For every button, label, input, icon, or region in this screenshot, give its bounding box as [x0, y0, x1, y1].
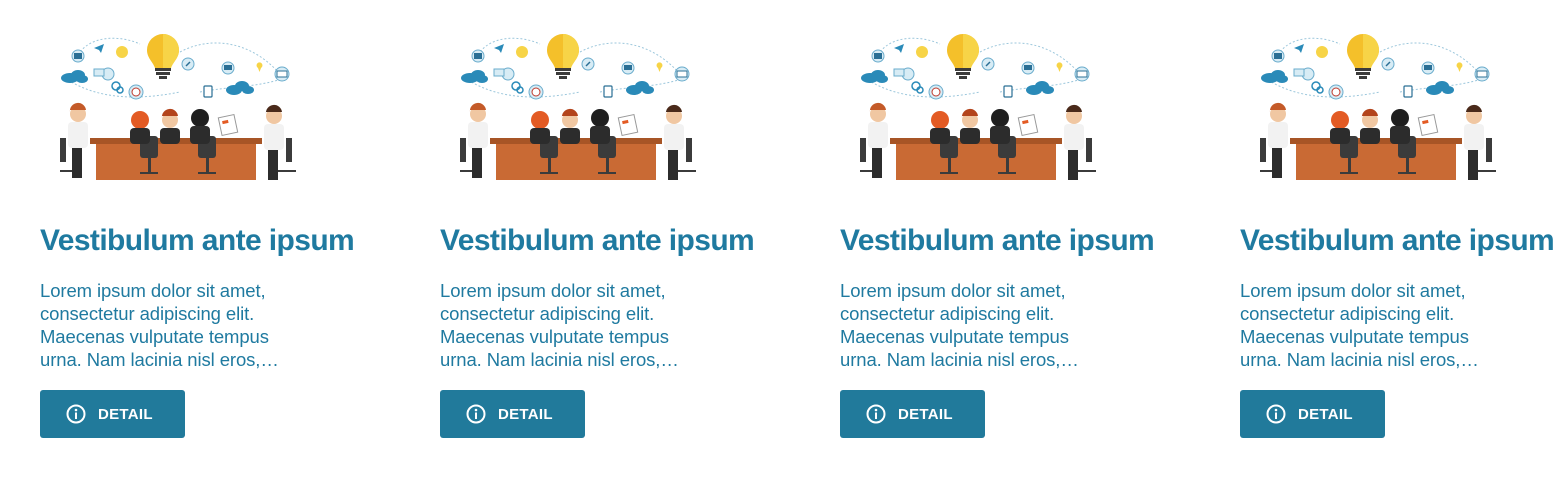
- detail-button[interactable]: DETAIL: [1240, 390, 1385, 438]
- team-meeting-illustration: [860, 30, 1100, 186]
- info-circle-icon: [866, 404, 886, 424]
- detail-button-label: DETAIL: [98, 405, 153, 423]
- card-description: Lorem ipsum dolor sit amet, consectetur …: [40, 280, 279, 370]
- card-title: Vestibulum ante ipsum: [40, 224, 355, 257]
- card-title: Vestibulum ante ipsum: [1240, 224, 1555, 257]
- info-circle-icon: [66, 404, 86, 424]
- card-title: Vestibulum ante ipsum: [840, 224, 1155, 257]
- detail-button-label: DETAIL: [498, 405, 553, 423]
- card-description: Lorem ipsum dolor sit amet, consectetur …: [840, 280, 1079, 370]
- card-title: Vestibulum ante ipsum: [440, 224, 755, 257]
- info-circle-icon: [466, 404, 486, 424]
- team-meeting-illustration: [1260, 30, 1500, 186]
- detail-button[interactable]: DETAIL: [840, 390, 985, 438]
- card-description: Lorem ipsum dolor sit amet, consectetur …: [1240, 280, 1479, 370]
- feature-card: Vestibulum ante ipsum Lorem ipsum dolor …: [40, 0, 380, 478]
- feature-card: Vestibulum ante ipsum Lorem ipsum dolor …: [840, 0, 1180, 478]
- card-grid: Vestibulum ante ipsum Lorem ipsum dolor …: [0, 0, 1560, 478]
- card-description: Lorem ipsum dolor sit amet, consectetur …: [440, 280, 679, 370]
- team-meeting-illustration: [460, 30, 700, 186]
- detail-button[interactable]: DETAIL: [40, 390, 185, 438]
- detail-button-label: DETAIL: [898, 405, 953, 423]
- detail-button-label: DETAIL: [1298, 405, 1353, 423]
- team-meeting-illustration: [60, 30, 300, 186]
- feature-card: Vestibulum ante ipsum Lorem ipsum dolor …: [440, 0, 780, 478]
- info-circle-icon: [1266, 404, 1286, 424]
- detail-button[interactable]: DETAIL: [440, 390, 585, 438]
- feature-card: Vestibulum ante ipsum Lorem ipsum dolor …: [1240, 0, 1560, 478]
